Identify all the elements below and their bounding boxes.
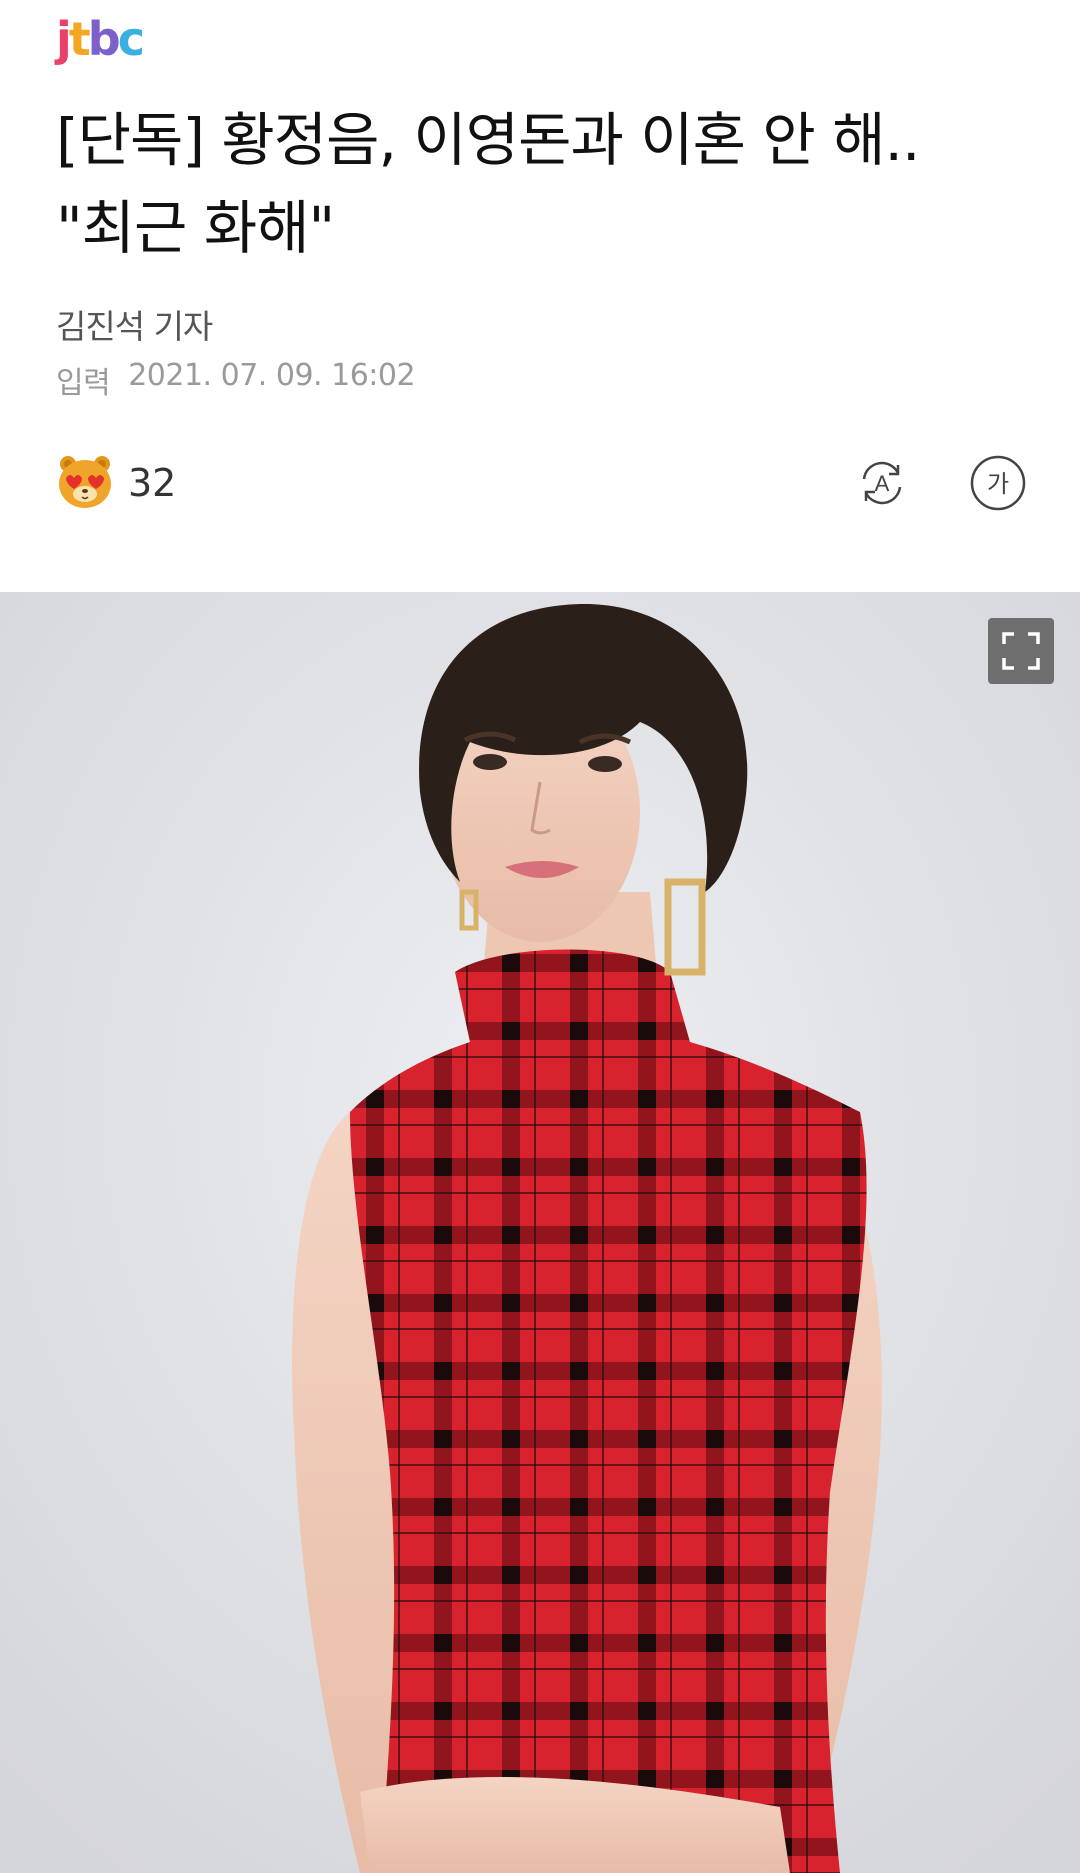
logo-letter: t: [68, 12, 91, 66]
bear-heart-eyes-icon: [56, 452, 114, 514]
headline-line: [단독] 황정음, 이영돈과 이혼 안 해..: [56, 106, 920, 174]
published-label: 입력: [56, 366, 111, 401]
article-photo[interactable]: [0, 592, 1080, 1873]
reaction-count: 32: [128, 461, 177, 505]
fullscreen-icon: [1002, 632, 1040, 670]
reporter-name[interactable]: 김진석 기자: [56, 300, 213, 348]
font-size-glyph: 가: [987, 470, 1009, 498]
article-page: j t b c [단독] 황정음, 이영돈과 이혼 안 해.. "최근 화해" …: [0, 0, 1080, 1873]
jtbc-logo[interactable]: j t b c: [56, 12, 145, 66]
font-size-button[interactable]: 가: [970, 455, 1026, 511]
fullscreen-button[interactable]: [988, 618, 1054, 684]
headline-line: "최근 화해": [56, 194, 335, 262]
reaction-button[interactable]: 32: [56, 455, 176, 511]
translate-icon: A: [862, 461, 902, 505]
published-date: 2021. 07. 09. 16:02: [128, 358, 416, 393]
logo-letter: j: [56, 12, 72, 66]
published-info: 입력 2021. 07. 09. 16:02: [56, 358, 416, 402]
font-size-icon: 가: [970, 455, 1026, 511]
logo-letter: c: [117, 12, 145, 66]
translate-button[interactable]: A: [854, 455, 910, 511]
translate-glyph: A: [875, 471, 890, 496]
article-headline: [단독] 황정음, 이영돈과 이혼 안 해.. "최근 화해": [56, 96, 1024, 272]
logo-letter: b: [87, 12, 121, 66]
